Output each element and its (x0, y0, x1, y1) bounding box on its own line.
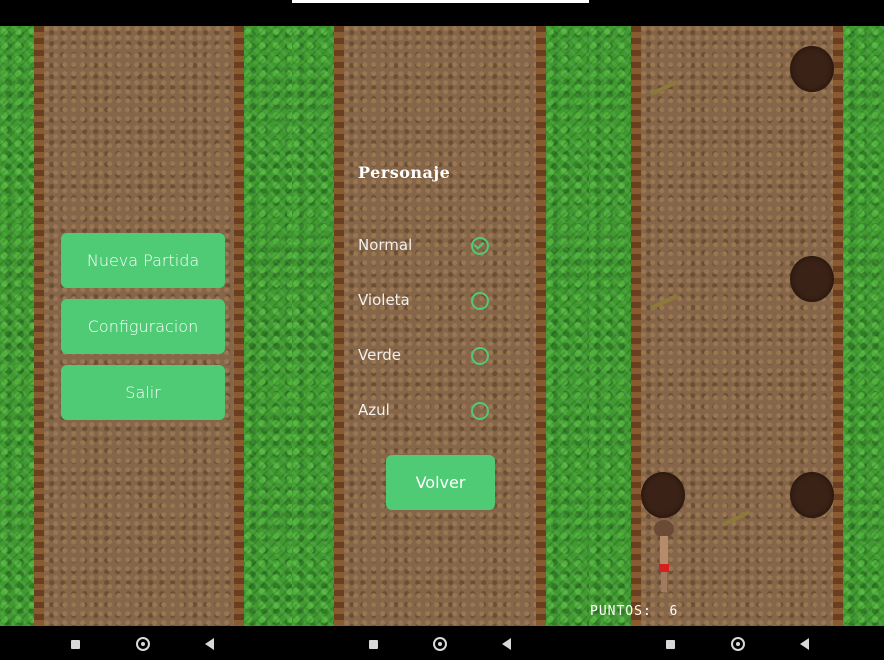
dirt-edge (536, 26, 546, 626)
back-button[interactable]: Volver (386, 455, 495, 510)
grass-left (292, 26, 336, 626)
dirt-edge (34, 26, 44, 626)
settings-button[interactable]: Configuracion (61, 299, 225, 354)
status-bar (0, 0, 884, 26)
recents-square-icon[interactable] (71, 640, 80, 649)
player-body (660, 536, 668, 566)
player-character (654, 520, 674, 592)
grass-left (0, 26, 36, 626)
grass-right (843, 26, 884, 626)
game-screen (589, 26, 884, 626)
option-azul-radio[interactable] (471, 402, 489, 420)
hole-obstacle (641, 472, 685, 518)
back-triangle-icon[interactable] (502, 638, 511, 650)
option-normal-radio[interactable] (471, 237, 489, 255)
dirt-edge (631, 26, 641, 626)
status-bar-indicator (292, 0, 589, 3)
score-label: PUNTOS: (590, 604, 652, 619)
grass-right (244, 26, 292, 626)
exit-button[interactable]: Salir (61, 365, 225, 420)
dirt-path (344, 26, 538, 626)
navigation-bar (0, 626, 884, 660)
grass-right (546, 26, 589, 626)
score-value: 6 (669, 604, 679, 619)
option-verde-label: Verde (358, 346, 401, 364)
score-display: PUNTOS: 6 (590, 604, 678, 619)
home-circle-icon[interactable] (136, 637, 150, 651)
option-violeta-label: Violeta (358, 291, 410, 309)
dirt-edge (334, 26, 344, 626)
dirt-edge (234, 26, 244, 626)
grass-left (589, 26, 633, 626)
settings-screen (292, 26, 589, 626)
recents-square-icon[interactable] (666, 640, 675, 649)
check-icon (473, 239, 485, 250)
new-game-button[interactable]: Nueva Partida (61, 233, 225, 288)
dirt-edge (833, 26, 843, 626)
home-circle-icon[interactable] (731, 637, 745, 651)
back-triangle-icon[interactable] (800, 638, 809, 650)
option-violeta-radio[interactable] (471, 292, 489, 310)
recents-square-icon[interactable] (369, 640, 378, 649)
hole-obstacle (790, 256, 834, 302)
option-azul-label: Azul (358, 401, 390, 419)
hole-obstacle (790, 472, 834, 518)
home-circle-icon[interactable] (433, 637, 447, 651)
hole-obstacle (790, 46, 834, 92)
option-verde-radio[interactable] (471, 347, 489, 365)
main-menu-screen: Nueva Partida Configuracion Salir (0, 26, 292, 626)
character-title: Personaje (358, 163, 451, 182)
player-belt (659, 564, 669, 572)
option-normal-label: Normal (358, 236, 413, 254)
back-triangle-icon[interactable] (205, 638, 214, 650)
player-legs (661, 572, 667, 592)
